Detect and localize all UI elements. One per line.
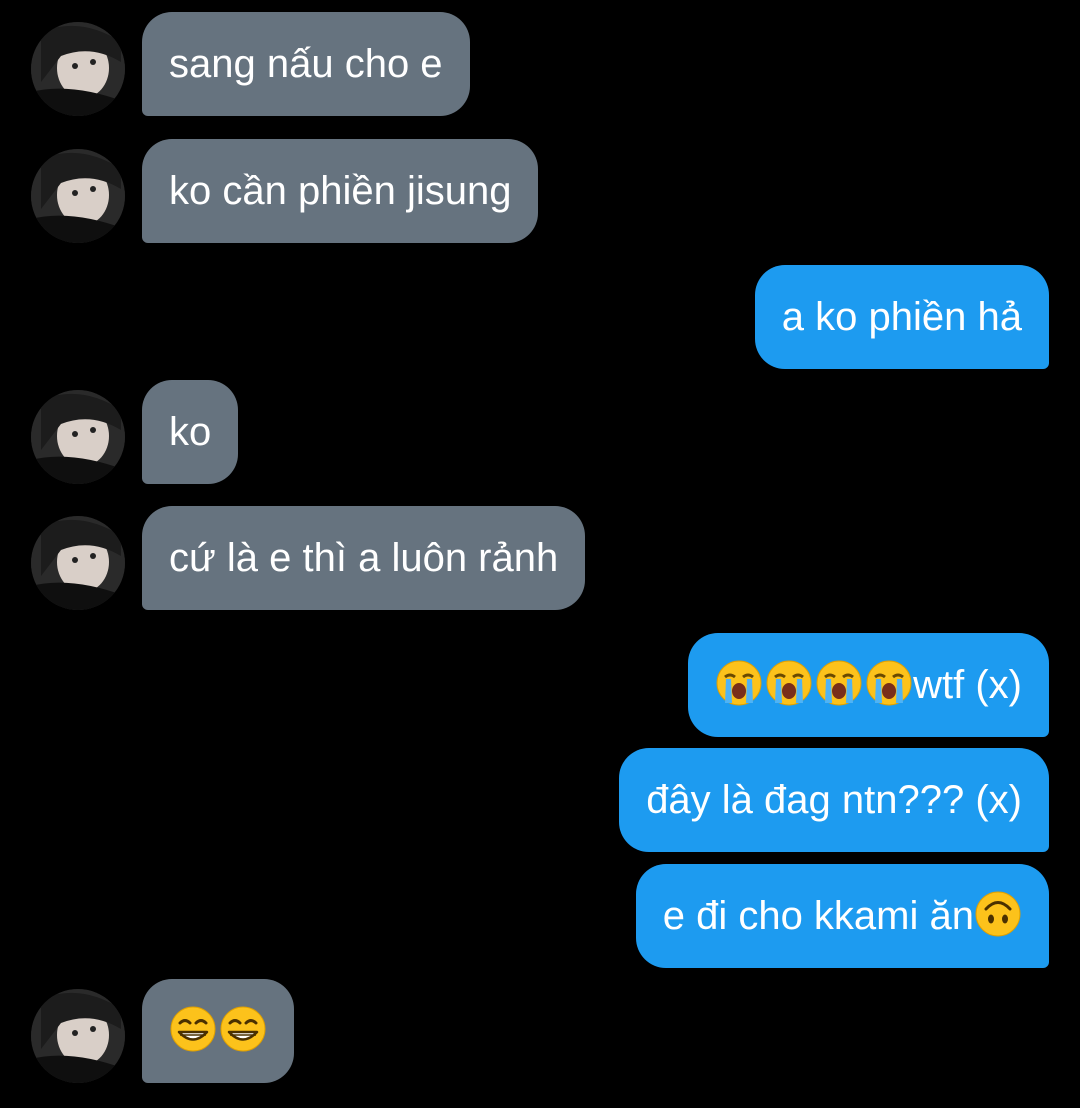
message-text: wtf (x) [913,663,1022,707]
message-text: đây là đag ntn??? (x) [646,778,1022,822]
message-text: a ko phiền hả [781,295,1022,339]
sender-avatar[interactable] [31,516,125,610]
sender-avatar[interactable] [31,390,125,484]
message-bubble-outgoing[interactable]: wtf (x) [688,633,1049,737]
message-text: ko cần phiền jisung [169,169,512,213]
message-bubble-incoming[interactable] [142,979,294,1083]
emoji-group [974,890,1022,938]
beaming-face-icon [170,1006,216,1052]
loudly-crying-face-icon [816,660,862,706]
message-bubble-incoming[interactable]: ko [142,380,239,484]
message-bubble-incoming[interactable]: ko cần phiền jisung [142,139,539,243]
sender-avatar[interactable] [31,989,125,1083]
beaming-face-icon [220,1006,266,1052]
message-bubble-outgoing[interactable]: a ko phiền hả [754,265,1049,369]
message-bubble-incoming[interactable]: cứ là e thì a luôn rảnh [142,506,586,610]
chat-thread: sang nấu cho e ko cần phiền jisung a ko … [0,0,1080,1108]
loudly-crying-face-icon [766,660,812,706]
sender-avatar[interactable] [31,22,125,116]
sender-avatar[interactable] [31,149,125,243]
loudly-crying-face-icon [866,660,912,706]
message-text: ko [169,410,212,454]
emoji-group [715,659,913,707]
message-text: cứ là e thì a luôn rảnh [169,536,559,580]
message-bubble-outgoing[interactable]: đây là đag ntn??? (x) [619,748,1049,852]
message-text: sang nấu cho e [169,42,443,86]
upside-down-face-icon [975,891,1021,937]
loudly-crying-face-icon [716,660,762,706]
message-text: e đi cho kkami ăn [662,894,974,938]
message-bubble-outgoing[interactable]: e đi cho kkami ăn [635,864,1049,968]
message-bubble-incoming[interactable]: sang nấu cho e [142,12,470,116]
emoji-group [169,1005,267,1053]
